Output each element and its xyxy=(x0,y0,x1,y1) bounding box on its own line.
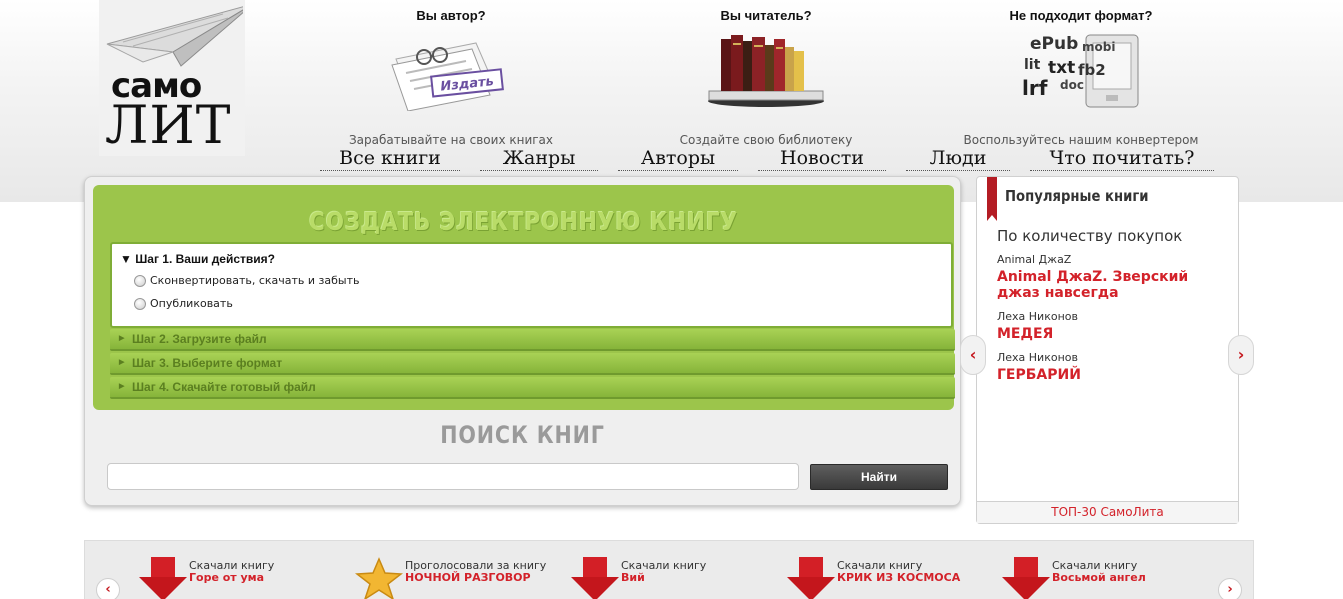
promo-author-title: Вы автор? xyxy=(416,8,486,23)
bookmark-ribbon-icon xyxy=(987,177,997,221)
activity-feed: ‹ › Скачали книгу Горе от ума Проголосов… xyxy=(84,540,1254,599)
promo-converter[interactable]: Не подходит формат? ePub mobi lit txt fb… xyxy=(956,8,1206,147)
option-convert[interactable]: Сконвертировать, скачать и забыть xyxy=(134,274,360,287)
download-arrow-icon xyxy=(787,557,835,599)
download-arrow-icon xyxy=(1002,557,1050,599)
create-ebook-wizard: СОЗДАТЬ ЭЛЕКТРОННУЮ КНИГУ ▼ Шаг 1. Ваши … xyxy=(93,185,955,410)
popular-books-panel: Популярные книги По количеству покупок A… xyxy=(976,176,1239,524)
nav-authors[interactable]: Авторы xyxy=(618,147,738,171)
promo-reader[interactable]: Вы читатель? Создайте свою библиотеку xyxy=(641,8,891,147)
svg-text:mobi: mobi xyxy=(1082,40,1115,54)
svg-text:ePub: ePub xyxy=(1030,34,1078,54)
ebook-formats-icon: ePub mobi lit txt fb2 lrf doc xyxy=(956,29,1206,111)
promo-converter-caption: Воспользуйтесь нашим конвертером xyxy=(963,133,1199,147)
svg-text:doc: doc xyxy=(1060,78,1084,92)
promo-author-caption: Зарабатывайте на своих книгах xyxy=(348,133,554,147)
step1-panel: ▼ Шаг 1. Ваши действия? Сконвертировать,… xyxy=(110,242,953,328)
top30-link[interactable]: ТОП-30 СамоЛита xyxy=(977,501,1238,523)
nav-people[interactable]: Люди xyxy=(906,147,1010,171)
download-arrow-icon xyxy=(139,557,187,599)
triangle-down-icon: ▼ xyxy=(120,252,132,266)
popular-book-author[interactable]: Леха Никонов xyxy=(997,310,1078,323)
svg-text:fb2: fb2 xyxy=(1078,61,1106,79)
nav-all-books[interactable]: Все книги xyxy=(320,147,460,171)
option-publish[interactable]: Опубликовать xyxy=(134,297,233,310)
svg-text:txt: txt xyxy=(1048,58,1075,78)
search-title: ПОИСК КНИГ xyxy=(440,421,605,449)
popular-books-subtitle: По количеству покупок xyxy=(997,227,1183,245)
svg-text:lrf: lrf xyxy=(1022,76,1048,100)
feed-book[interactable]: Горе от ума xyxy=(189,571,264,584)
feed-book[interactable]: Восьмой ангел xyxy=(1052,571,1146,584)
svg-text:lit: lit xyxy=(1024,57,1041,73)
step2-bar[interactable]: Шаг 2. Загрузите файл xyxy=(110,329,955,351)
create-ebook-panel: СОЗДАТЬ ЭЛЕКТРОННУЮ КНИГУ ▼ Шаг 1. Ваши … xyxy=(84,176,961,506)
promo-author[interactable]: Вы автор? Издать Зарабатывайте на своих … xyxy=(326,8,576,147)
popular-book-author[interactable]: Леха Никонов xyxy=(997,351,1078,364)
popular-next-arrow-icon[interactable]: › xyxy=(1228,335,1254,375)
popular-book-title[interactable]: ГЕРБАРИЙ xyxy=(997,367,1227,383)
logo-word-bottom: ЛИТ xyxy=(105,96,232,156)
bookshelf-tablet-icon xyxy=(641,29,891,111)
feed-prev-arrow-icon[interactable]: ‹ xyxy=(96,578,120,599)
radio-convert[interactable] xyxy=(134,274,146,287)
create-ebook-title: СОЗДАТЬ ЭЛЕКТРОННУЮ КНИГУ xyxy=(309,207,738,236)
step4-bar[interactable]: Шаг 4. Скачайте готовый файл xyxy=(110,377,955,399)
feed-book[interactable]: Вий xyxy=(621,571,645,584)
download-arrow-icon xyxy=(571,557,619,599)
nav-genres[interactable]: Жанры xyxy=(480,147,598,171)
step1-title[interactable]: ▼ Шаг 1. Ваши действия? xyxy=(120,252,275,266)
feed-book[interactable]: НОЧНОЙ РАЗГОВОР xyxy=(405,571,531,584)
site-logo[interactable]: самo ЛИТ xyxy=(99,0,245,156)
search-button[interactable]: Найти xyxy=(810,464,948,490)
paper-plane-icon xyxy=(106,6,243,67)
nav-news[interactable]: Новости xyxy=(758,147,886,171)
promo-reader-caption: Создайте свою библиотеку xyxy=(679,133,853,147)
search-input[interactable] xyxy=(107,463,799,490)
step3-bar[interactable]: Шаг 3. Выберите формат xyxy=(110,353,955,375)
popular-prev-arrow-icon[interactable]: ‹ xyxy=(960,335,986,375)
promo-converter-title: Не подходит формат? xyxy=(1009,8,1153,23)
feed-next-arrow-icon[interactable]: › xyxy=(1218,578,1242,599)
promo-reader-title: Вы читатель? xyxy=(720,8,812,23)
popular-book-title[interactable]: МЕДЕЯ xyxy=(997,326,1227,342)
publish-papers-icon: Издать xyxy=(326,29,576,112)
star-icon xyxy=(355,557,403,599)
radio-publish[interactable] xyxy=(134,297,146,310)
feed-book[interactable]: КРИК ИЗ КОСМОСА xyxy=(837,571,960,584)
popular-book-author[interactable]: Animal ДжаZ xyxy=(997,253,1071,266)
popular-book-title[interactable]: Animal ДжаZ. Зверский джаз навсегда xyxy=(997,269,1227,301)
nav-what-to-read[interactable]: Что почитать? xyxy=(1030,147,1214,171)
popular-books-title: Популярные книги xyxy=(1005,187,1149,205)
